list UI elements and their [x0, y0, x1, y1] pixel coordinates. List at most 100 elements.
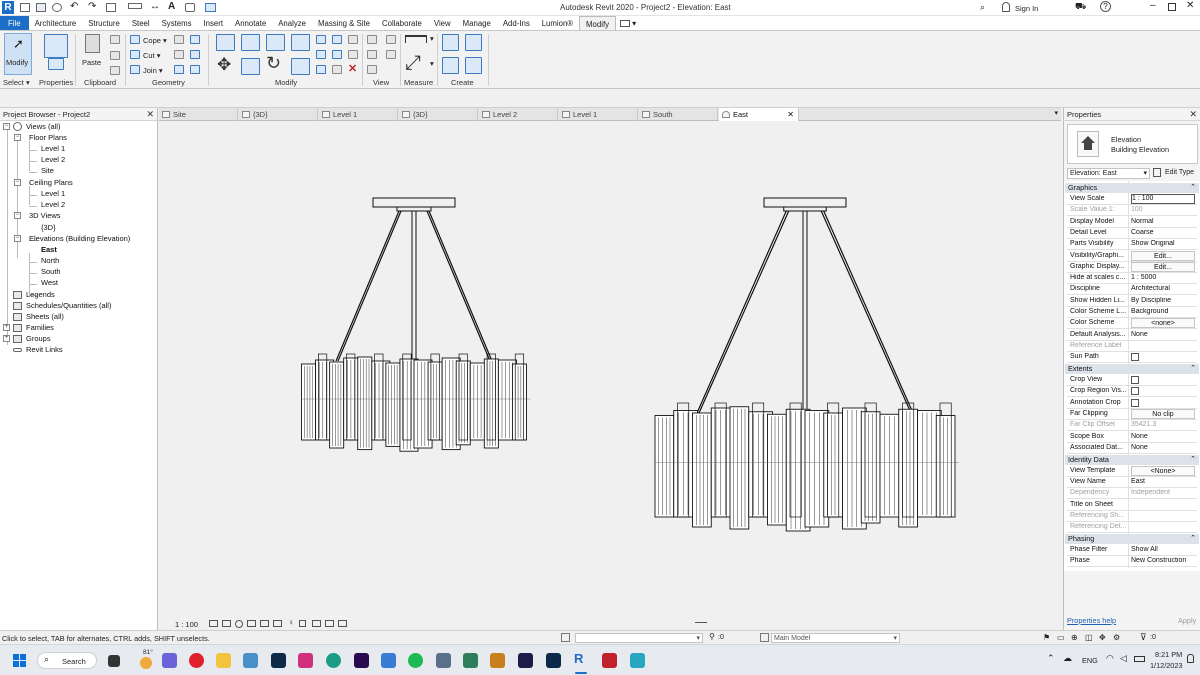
wall-joins-icon[interactable] [174, 35, 184, 44]
split-gap-icon[interactable] [332, 35, 342, 44]
drawing-canvas[interactable] [159, 121, 1061, 630]
collapse-3d-views-icon[interactable]: − [14, 212, 21, 219]
reveal-hidden-icon[interactable] [299, 620, 306, 627]
worksharing-icon[interactable] [561, 633, 570, 642]
editing-requests-icon[interactable]: ⚲ [709, 632, 715, 641]
spotify-icon[interactable] [408, 653, 423, 668]
cut-geometry-icon[interactable] [130, 50, 140, 59]
property-value[interactable]: None [1131, 433, 1195, 440]
expand-groups-icon[interactable]: + [3, 335, 10, 342]
tab-level-2[interactable]: Level 2 [479, 108, 558, 121]
minimize-button[interactable]: – [1150, 0, 1156, 11]
property-value[interactable]: 1 : 100 [1131, 194, 1195, 204]
edge-icon[interactable] [326, 653, 341, 668]
property-value[interactable] [1131, 376, 1195, 384]
create-parts-icon[interactable] [465, 34, 482, 51]
tab-level-1[interactable]: Level 1 [319, 108, 398, 121]
visibility-icon[interactable] [367, 65, 377, 74]
tab-analyze[interactable]: Analyze [272, 16, 312, 30]
close-icon[interactable]: ✕ [1189, 108, 1197, 121]
visual-style-icon[interactable] [222, 620, 231, 627]
open-icon[interactable] [20, 3, 30, 12]
media-player-icon[interactable] [490, 653, 505, 668]
3d-view-icon[interactable] [185, 3, 195, 12]
checkbox[interactable] [1131, 387, 1139, 396]
shadows-icon[interactable] [247, 620, 256, 627]
sync-icon[interactable] [52, 3, 62, 12]
collapse-icon[interactable]: ⌃ [1190, 455, 1196, 465]
join-icon[interactable] [130, 65, 140, 74]
paste-button[interactable]: Paste [82, 34, 104, 74]
join-button[interactable]: Join ▾ [143, 66, 163, 75]
close-button[interactable]: ✕ [1186, 0, 1194, 11]
group-graphics[interactable]: Graphics ⌃ [1065, 183, 1199, 193]
tree-views-all[interactable]: Views (all) [26, 122, 60, 131]
collapse-elevations-icon[interactable]: − [14, 235, 21, 242]
property-value[interactable]: By Discipline [1131, 297, 1195, 304]
canvas-scroll-indicator[interactable] [695, 622, 707, 623]
tab-architecture[interactable]: Architecture [29, 16, 83, 30]
cope-button[interactable]: Cope ▾ [143, 36, 167, 45]
measure-icon[interactable] [128, 3, 142, 9]
tab-south[interactable]: South [639, 108, 718, 121]
tab-lumion[interactable]: Lumion® [536, 16, 579, 30]
tree-ceiling-plan-level-1[interactable]: Level 1 [41, 189, 65, 198]
tree-groups[interactable]: Groups [26, 334, 51, 343]
tree-elevation-east[interactable]: East [41, 245, 57, 254]
apply-button[interactable]: Apply [1178, 616, 1196, 625]
weather-icon[interactable] [140, 657, 152, 669]
dimension-icon[interactable]: ↔ [150, 1, 160, 12]
override-small-icon[interactable] [386, 50, 396, 59]
measure-dropdown[interactable]: ▾ [430, 34, 434, 43]
notepad-icon[interactable] [381, 653, 396, 668]
pin-icon[interactable] [348, 35, 358, 44]
match-properties-icon[interactable] [110, 66, 120, 75]
property-value[interactable]: New Construction [1131, 557, 1195, 564]
edit-type-button[interactable]: Edit Type [1153, 167, 1199, 179]
dimension-dropdown[interactable]: ▾ [430, 59, 434, 68]
property-value[interactable]: Edit... [1131, 261, 1195, 272]
sign-in-link[interactable]: Sign In [1015, 4, 1038, 13]
offset-small-icon[interactable] [332, 65, 342, 74]
select-by-face-icon[interactable]: ◫ [1085, 633, 1093, 642]
property-value[interactable]: Background [1131, 308, 1195, 315]
tab-view[interactable]: View [428, 16, 457, 30]
create-similar-icon[interactable] [465, 57, 482, 74]
clock-date[interactable]: 1/12/2023 [1150, 661, 1182, 670]
property-value[interactable]: Show All [1131, 546, 1195, 553]
paint-icon[interactable] [190, 50, 200, 59]
tree-sheets[interactable]: Sheets (all) [26, 312, 64, 321]
show-crop-icon[interactable] [273, 620, 282, 627]
properties-button[interactable] [44, 34, 68, 70]
close-tab-icon[interactable]: ✕ [787, 108, 794, 121]
instance-selector[interactable]: Elevation: East ▾ [1067, 168, 1150, 179]
tree-elevation-south[interactable]: South [41, 267, 61, 276]
search-icon[interactable]: ⌕ [980, 2, 985, 13]
instagram-icon[interactable] [298, 653, 313, 668]
hide-in-view-icon[interactable] [367, 35, 377, 44]
print-icon[interactable] [106, 3, 116, 12]
design-options-icon[interactable] [760, 633, 769, 642]
opera-icon[interactable] [189, 653, 204, 668]
battery-icon[interactable] [1134, 656, 1145, 662]
select-links-icon[interactable]: ⚑ [1043, 633, 1050, 642]
property-value[interactable]: <none> [1131, 318, 1195, 329]
split-face-icon[interactable] [190, 35, 200, 44]
photos-icon[interactable] [243, 653, 258, 668]
cope-icon[interactable] [130, 35, 140, 44]
group-extents[interactable]: Extents ⌃ [1065, 364, 1199, 374]
join-roof-icon[interactable] [174, 50, 184, 59]
user-icon[interactable] [1002, 2, 1010, 12]
group-identity-data[interactable]: Identity Data ⌃ [1065, 454, 1199, 465]
photoshop-icon[interactable] [546, 653, 561, 668]
tab-systems[interactable]: Systems [156, 16, 198, 30]
task-view-icon[interactable] [108, 655, 120, 667]
after-effects-icon[interactable] [518, 653, 533, 668]
revit-taskbar-icon[interactable]: R [574, 651, 583, 666]
copy-clipboard-icon[interactable] [110, 51, 120, 60]
tab-massing-site[interactable]: Massing & Site [312, 16, 376, 30]
demolish-icon[interactable] [174, 65, 184, 74]
move-icon[interactable]: ✥ [217, 55, 231, 75]
delete-icon[interactable]: ✕ [348, 62, 357, 75]
property-value[interactable]: None [1131, 331, 1195, 338]
